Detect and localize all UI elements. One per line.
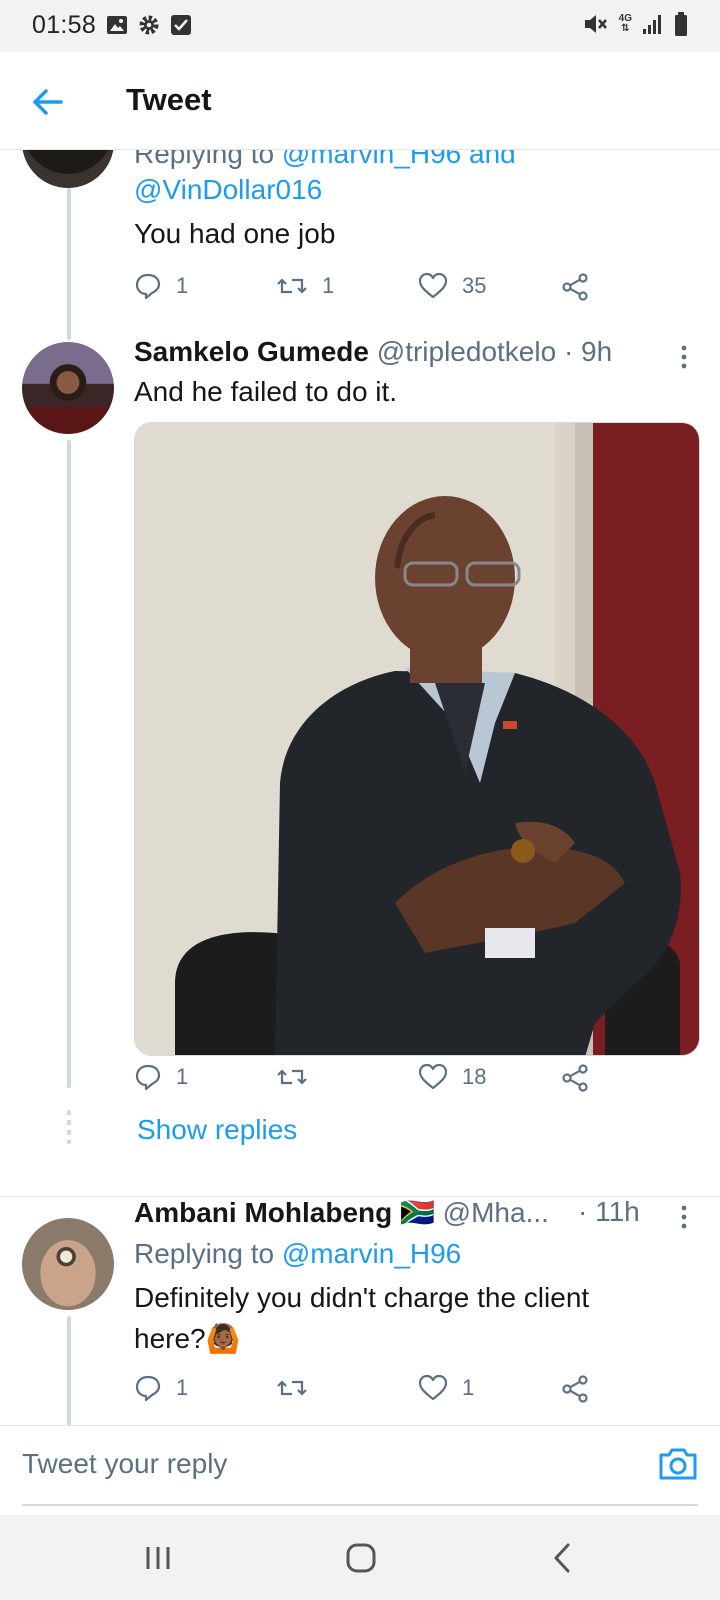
retweet-icon (277, 1069, 307, 1085)
share-icon (562, 273, 588, 301)
battery-icon (675, 12, 687, 36)
like-button[interactable]: 18 (418, 1063, 486, 1091)
user-handle[interactable]: @Mha... (443, 1197, 549, 1228)
image-icon (107, 16, 127, 34)
more-options-icon[interactable] (674, 1202, 694, 1232)
user-handle[interactable]: @tripledotkelo (377, 336, 556, 367)
reply-icon (135, 273, 161, 300)
camera-button[interactable] (656, 1442, 700, 1486)
tweet-text: Definitely you didn't charge the client (134, 1282, 590, 1313)
thread-line (67, 188, 71, 340)
photo-image (135, 423, 699, 1055)
reply-icon (135, 1375, 161, 1402)
flag-emoji: 🇿🇦 (400, 1197, 435, 1228)
mention-link[interactable]: @VinDollar016 (134, 174, 322, 206)
tweet-time: · 9h (563, 336, 613, 367)
retweet-button[interactable] (276, 1374, 322, 1402)
like-button[interactable]: 1 (418, 1374, 474, 1402)
page-title: Tweet (126, 82, 212, 117)
nav-back-button[interactable] (538, 1533, 588, 1583)
tweet-thread[interactable]: Replying to @marvin_H96 and @VinDollar01… (0, 150, 720, 1425)
reply-count: 1 (176, 1375, 189, 1400)
camera-icon (659, 1448, 697, 1480)
thread-line (67, 440, 71, 1088)
input-underline (22, 1504, 698, 1506)
mute-icon (584, 15, 607, 33)
reply-icon (135, 1064, 161, 1091)
check-box-icon (171, 15, 191, 35)
system-nav-bar (0, 1515, 720, 1600)
like-count: 18 (462, 1064, 487, 1089)
thread-line-dotted (67, 1110, 71, 1144)
reply-count: 1 (176, 273, 189, 298)
share-icon (562, 1064, 588, 1092)
display-name[interactable]: Ambani Mohlabeng (134, 1197, 392, 1228)
back-chevron-icon (554, 1543, 570, 1573)
retweet-count: 1 (322, 273, 335, 298)
avatar[interactable] (22, 150, 114, 188)
home-button[interactable] (336, 1533, 386, 1583)
tweet-time: · 11h (578, 1196, 640, 1227)
top-app-bar: Tweet (0, 52, 720, 150)
reply-button[interactable]: 1 (134, 1374, 188, 1402)
mention-link[interactable]: @marvin_H96 (282, 1238, 461, 1269)
avatar[interactable] (22, 1218, 114, 1310)
share-icon (562, 1375, 588, 1403)
heart-icon (418, 1374, 448, 1401)
recents-icon (146, 1547, 170, 1569)
display-name[interactable]: Samkelo Gumede (134, 336, 369, 367)
tweet-text: You had one job (134, 218, 336, 249)
like-count: 1 (462, 1375, 475, 1400)
show-replies-link[interactable]: Show replies (137, 1114, 297, 1146)
tweet-author-line: Samkelo Gumede @tripledotkelo · 9h (134, 336, 612, 368)
replying-to-line: Replying to @marvin_H96 (134, 1238, 462, 1269)
reply-count: 1 (176, 1064, 189, 1089)
reply-composer (0, 1425, 720, 1515)
share-button[interactable] (560, 1063, 590, 1093)
tweet-text: And he failed to do it. (134, 376, 398, 407)
home-icon (346, 1543, 376, 1573)
status-time: 01:58 (32, 11, 97, 39)
reply-button[interactable]: 1 (134, 1063, 188, 1091)
gear-icon (139, 15, 159, 35)
signal-icon (643, 15, 661, 34)
reply-input[interactable] (22, 1444, 572, 1484)
like-count: 35 (462, 273, 487, 298)
back-button[interactable] (30, 84, 66, 120)
avatar[interactable] (22, 342, 114, 434)
retweet-button[interactable] (276, 1063, 322, 1091)
network-indicator: 4G ⇅ (618, 13, 632, 34)
tweet-text: here?🙆🏾 (134, 1323, 241, 1354)
retweet-icon (277, 278, 307, 294)
status-bar: 01:58 4G ⇅ (0, 0, 720, 52)
heart-icon (418, 272, 448, 299)
share-button[interactable] (560, 1374, 590, 1404)
back-arrow-icon (33, 89, 63, 115)
more-options-icon[interactable] (674, 342, 694, 372)
tweet-photo[interactable] (134, 422, 700, 1056)
share-button[interactable] (560, 272, 590, 302)
like-button[interactable]: 35 (418, 272, 486, 300)
heart-icon (418, 1063, 448, 1090)
replying-to-line: Replying to @marvin_H96 and (134, 150, 516, 170)
retweet-button[interactable]: 1 (276, 272, 334, 300)
thread-line (67, 1316, 71, 1425)
retweet-icon (277, 1380, 307, 1396)
mention-link[interactable]: @marvin_H96 and (282, 150, 516, 169)
reply-button[interactable]: 1 (134, 272, 188, 300)
tweet-author-line: Ambani Mohlabeng 🇿🇦 @Mha... (134, 1196, 549, 1229)
recents-button[interactable] (134, 1533, 184, 1583)
